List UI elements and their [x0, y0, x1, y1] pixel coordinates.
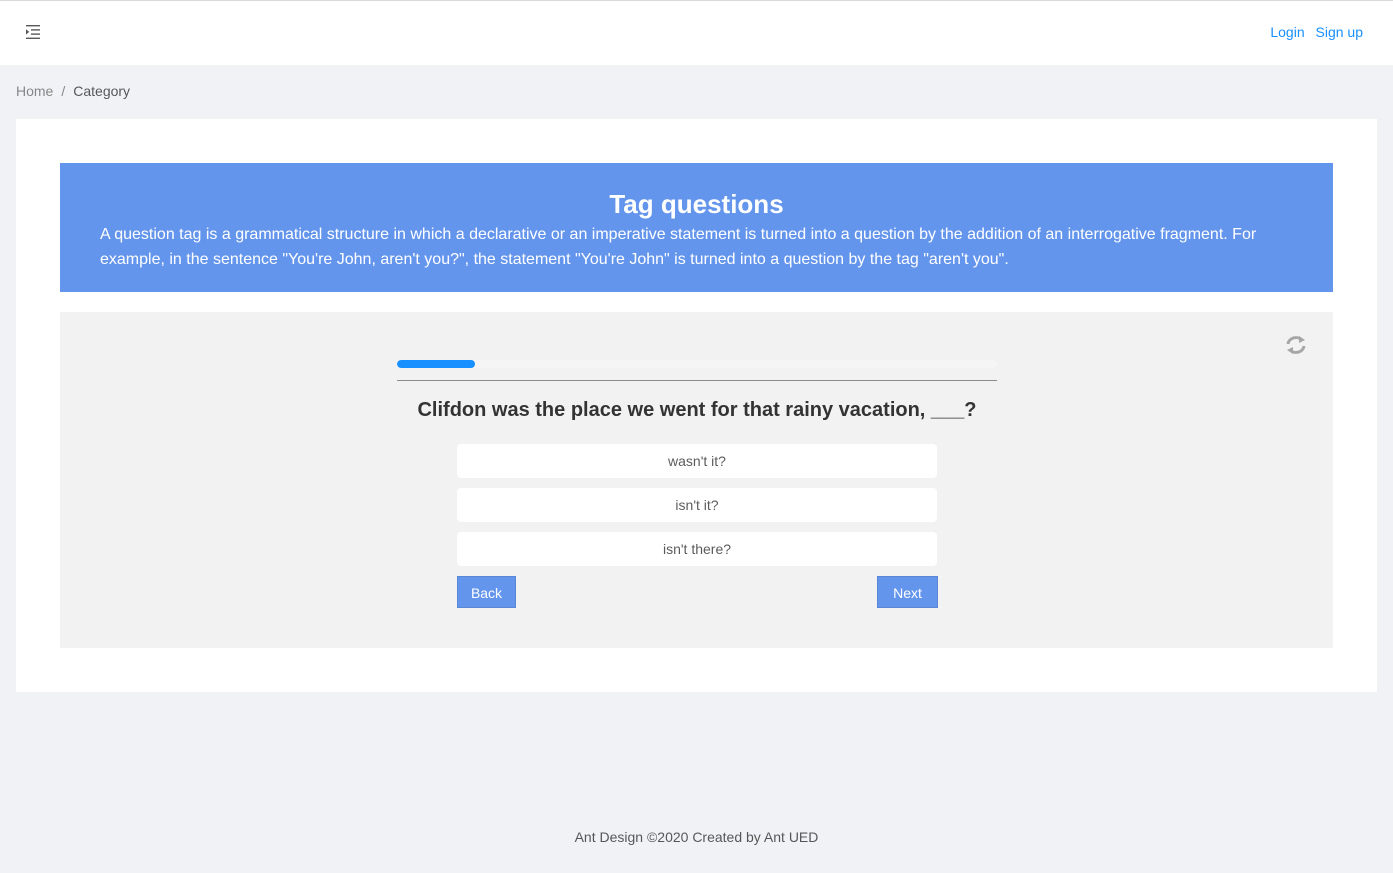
signup-link[interactable]: Sign up: [1316, 24, 1363, 40]
refresh-icon[interactable]: [1283, 332, 1309, 358]
progress-bar-fill: [397, 360, 475, 368]
back-button[interactable]: Back: [457, 576, 516, 608]
divider: [397, 380, 997, 381]
auth-links: Login Sign up: [1263, 24, 1363, 40]
breadcrumb-home[interactable]: Home: [16, 83, 53, 99]
answer-option[interactable]: wasn't it?: [457, 444, 937, 478]
breadcrumb-current: Category: [73, 83, 131, 99]
next-button[interactable]: Next: [877, 576, 938, 608]
answer-option[interactable]: isn't it?: [457, 488, 937, 522]
quiz-panel: Clifdon was the place we went for that r…: [60, 312, 1333, 648]
topic-title: Tag questions: [609, 189, 784, 219]
main-content: Tag questions A question tag is a gramma…: [16, 119, 1377, 692]
breadcrumb: Home / Category: [16, 83, 130, 99]
topic-description: A question tag is a grammatical structur…: [100, 226, 1257, 268]
answer-option[interactable]: isn't there?: [457, 532, 937, 566]
progress-bar: [397, 360, 997, 368]
topic-banner: Tag questions A question tag is a gramma…: [60, 163, 1333, 292]
breadcrumb-separator: /: [61, 83, 66, 99]
question-text: Clifdon was the place we went for that r…: [417, 399, 977, 421]
menu-unfold-icon[interactable]: [23, 22, 43, 42]
login-link[interactable]: Login: [1270, 24, 1304, 40]
top-header: Login Sign up: [0, 0, 1393, 65]
footer-text: Ant Design ©2020 Created by Ant UED: [574, 829, 819, 845]
